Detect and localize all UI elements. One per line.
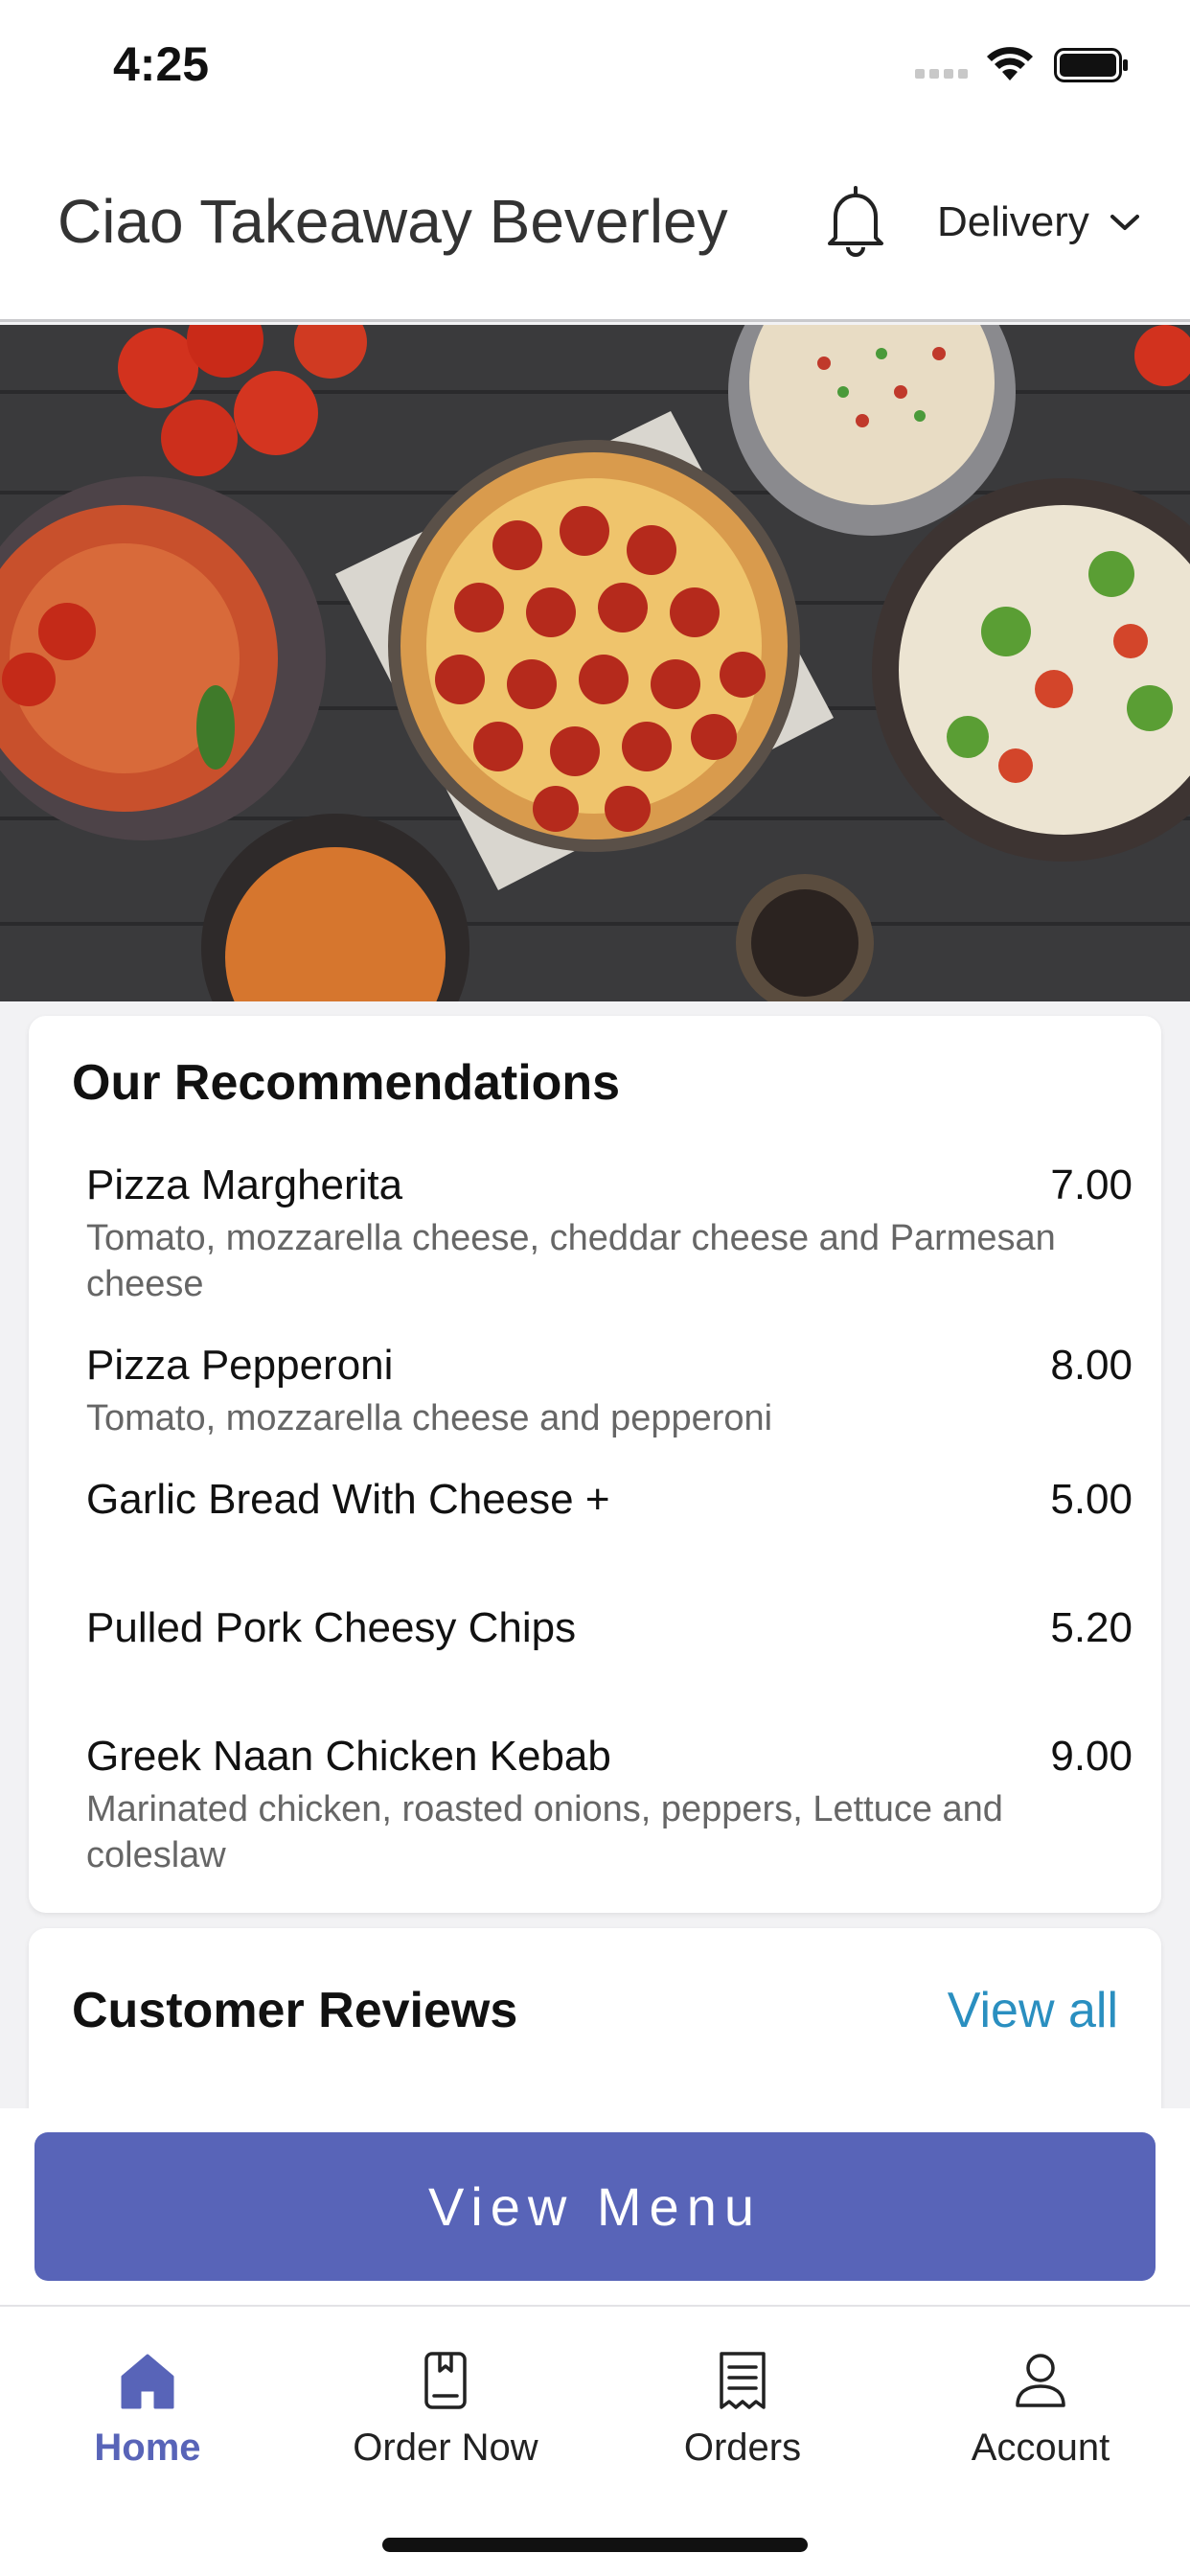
hero-illustration xyxy=(0,325,1190,1001)
recommendation-item[interactable]: Greek Naan Chicken Kebab 9.00 Marinated … xyxy=(86,1733,1133,1878)
bottom-tab-bar: Home Order Now Orders Account xyxy=(0,2305,1190,2576)
recommendations-title: Our Recommendations xyxy=(72,1055,621,1111)
tab-label: Order Now xyxy=(353,2426,538,2469)
delivery-mode-label: Delivery xyxy=(937,198,1089,245)
item-price: 7.00 xyxy=(1050,1162,1133,1208)
chevron-down-icon xyxy=(1110,215,1139,230)
item-price: 8.00 xyxy=(1050,1342,1133,1389)
tab-account[interactable]: Account xyxy=(926,2350,1156,2494)
tab-label: Home xyxy=(94,2426,201,2469)
home-icon xyxy=(121,2354,174,2409)
item-description: Marinated chicken, roasted onions, peppe… xyxy=(86,1789,1003,1875)
view-all-reviews-link[interactable]: View all xyxy=(948,1982,1118,2039)
tab-orders[interactable]: Orders xyxy=(628,2350,858,2494)
item-description: Tomato, mozzarella cheese, cheddar chees… xyxy=(86,1218,1056,1304)
cta-area: View Menu xyxy=(0,2108,1190,2305)
tab-label: Account xyxy=(971,2426,1110,2469)
recommendation-item[interactable]: Garlic Bread With Cheese + 5.00 xyxy=(86,1476,1133,1524)
recommendations-card: Our Recommendations Pizza Margherita 7.0… xyxy=(29,1016,1161,1913)
battery-icon xyxy=(1054,48,1128,82)
person-icon xyxy=(1016,2354,1065,2407)
app-header: Ciao Takeaway Beverley Delivery xyxy=(0,126,1190,322)
item-name: Greek Naan Chicken Kebab xyxy=(86,1733,611,1780)
item-name: Pulled Pork Cheesy Chips xyxy=(86,1604,577,1651)
view-menu-button[interactable]: View Menu xyxy=(34,2132,1156,2281)
restaurant-title: Ciao Takeaway Beverley xyxy=(57,187,728,256)
status-time: 4:25 xyxy=(113,37,210,91)
receipt-icon xyxy=(720,2352,766,2409)
item-name: Pizza Margherita xyxy=(86,1162,403,1208)
item-price: 9.00 xyxy=(1050,1733,1133,1780)
cellular-signal-icon xyxy=(915,69,968,79)
wifi-icon xyxy=(987,47,1033,80)
home-indicator xyxy=(382,2538,808,2552)
item-price: 5.00 xyxy=(1050,1476,1133,1523)
tab-home[interactable]: Home xyxy=(33,2350,263,2494)
delivery-mode-dropdown[interactable]: Delivery xyxy=(937,194,1139,251)
item-name: Pizza Pepperoni xyxy=(86,1342,394,1389)
item-description: Tomato, mozzarella cheese and pepperoni xyxy=(86,1398,773,1438)
item-name: Garlic Bread With Cheese + xyxy=(86,1476,610,1523)
recommendation-item[interactable]: Pulled Pork Cheesy Chips 5.20 xyxy=(86,1604,1133,1652)
bell-icon[interactable] xyxy=(822,182,889,259)
recommendation-item[interactable]: Pizza Margherita 7.00 Tomato, mozzarella… xyxy=(86,1162,1133,1307)
status-bar: 4:25 xyxy=(0,0,1190,126)
menu-book-icon xyxy=(424,2352,467,2409)
recommendation-item[interactable]: Pizza Pepperoni 8.00 Tomato, mozzarella … xyxy=(86,1342,1133,1441)
item-price: 5.20 xyxy=(1050,1604,1133,1651)
hero-food-image xyxy=(0,325,1190,1001)
reviews-title: Customer Reviews xyxy=(72,1983,518,2038)
tab-order-now[interactable]: Order Now xyxy=(331,2350,561,2494)
tab-label: Orders xyxy=(683,2426,802,2469)
